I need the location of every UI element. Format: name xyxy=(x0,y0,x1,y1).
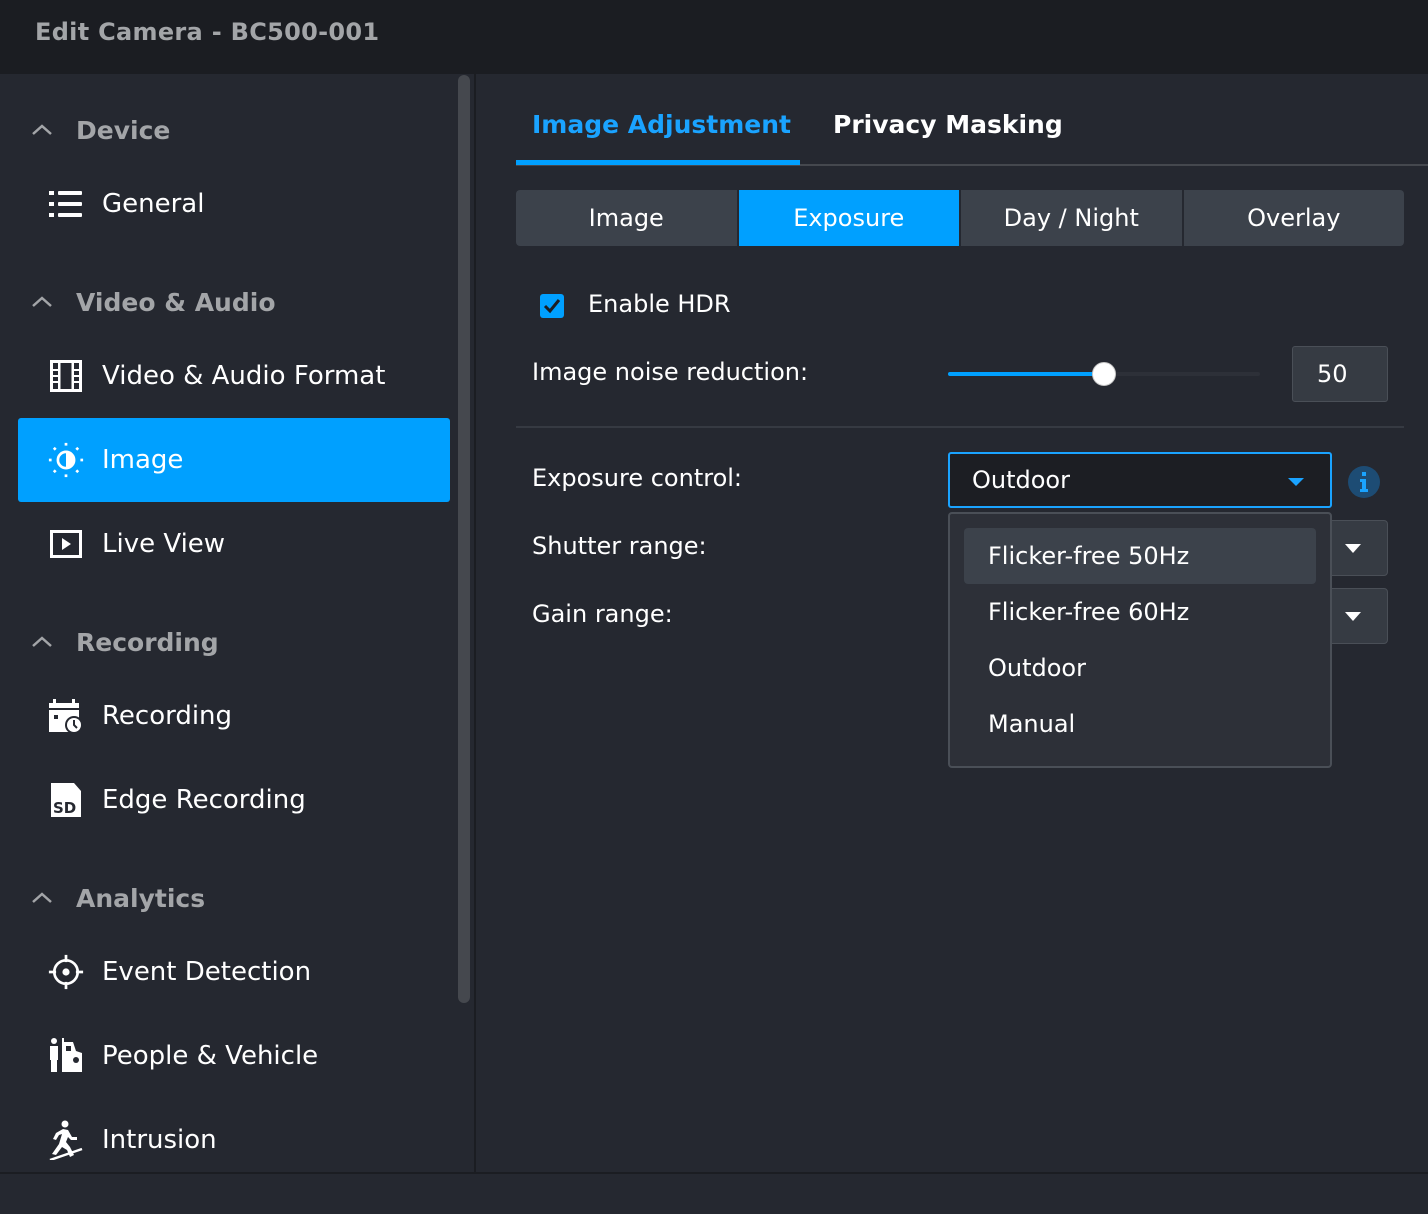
sidebar-item-image[interactable]: Image xyxy=(18,418,450,502)
gain-range-label: Gain range: xyxy=(532,600,673,628)
caret-down-icon xyxy=(1345,612,1361,621)
section-label: Video & Audio xyxy=(76,287,276,317)
sidebar-item-video-audio-format[interactable]: Video & Audio Format xyxy=(18,334,450,418)
chevron-up-icon xyxy=(32,124,52,135)
tab-bar: Image Adjustment Privacy Masking xyxy=(516,94,1428,166)
sidebar-item-label: People & Vehicle xyxy=(102,1041,319,1071)
sidebar-scrollbar[interactable] xyxy=(458,75,470,1003)
sidebar-item-event-detection[interactable]: Event Detection xyxy=(18,930,450,1014)
sidebar: Device General Video & Audio Video & Aud… xyxy=(0,74,474,1172)
subtab-image[interactable]: Image xyxy=(516,190,737,246)
section-recording[interactable]: Recording xyxy=(30,622,219,662)
intrusion-icon xyxy=(48,1120,84,1160)
brightness-icon xyxy=(48,442,84,478)
section-device[interactable]: Device xyxy=(30,110,170,150)
sidebar-item-intrusion[interactable]: Intrusion xyxy=(18,1098,450,1172)
noise-reduction-slider[interactable] xyxy=(948,360,1260,388)
section-label: Analytics xyxy=(76,883,206,913)
slider-fill xyxy=(948,372,1104,376)
enable-hdr-label: Enable HDR xyxy=(588,290,731,318)
sidebar-item-general[interactable]: General xyxy=(18,162,450,246)
tab-image-adjustment[interactable]: Image Adjustment xyxy=(532,110,791,139)
checkmark-icon xyxy=(543,299,561,314)
section-video-audio[interactable]: Video & Audio xyxy=(30,282,276,322)
sd-card-icon: SD xyxy=(48,782,84,818)
info-icon[interactable] xyxy=(1348,466,1380,498)
exposure-control-label: Exposure control: xyxy=(532,464,743,492)
subtab-bar: Image Exposure Day / Night Overlay xyxy=(516,190,1404,246)
sidebar-item-live-view[interactable]: Live View xyxy=(18,502,450,586)
exposure-control-dropdown: Flicker-free 50Hz Flicker-free 60Hz Outd… xyxy=(948,512,1332,768)
person-vehicle-icon xyxy=(48,1038,84,1074)
active-tab-indicator xyxy=(516,160,800,165)
sidebar-item-edge-recording[interactable]: SD Edge Recording xyxy=(18,758,450,842)
sidebar-item-label: Image xyxy=(102,445,184,475)
sidebar-item-label: General xyxy=(102,189,205,219)
section-divider xyxy=(516,426,1404,428)
exposure-control-value: Outdoor xyxy=(972,466,1070,494)
dropdown-option[interactable]: Manual xyxy=(964,696,1316,752)
section-analytics[interactable]: Analytics xyxy=(30,878,205,918)
footer-bar xyxy=(0,1172,1428,1214)
caret-down-icon xyxy=(1288,478,1304,486)
dropdown-option[interactable]: Flicker-free 60Hz xyxy=(964,584,1316,640)
sidebar-item-label: Live View xyxy=(102,529,226,559)
noise-reduction-value-input[interactable]: 50 xyxy=(1292,346,1388,402)
sidebar-item-label: Video & Audio Format xyxy=(102,361,386,391)
tab-privacy-masking[interactable]: Privacy Masking xyxy=(833,110,1063,139)
subtab-exposure[interactable]: Exposure xyxy=(738,190,959,246)
sidebar-item-label: Intrusion xyxy=(102,1125,217,1155)
chevron-up-icon xyxy=(32,892,52,903)
exposure-control-select[interactable]: Outdoor xyxy=(948,452,1332,508)
sidebar-item-label: Edge Recording xyxy=(102,785,306,815)
section-label: Device xyxy=(76,115,171,145)
subtab-overlay[interactable]: Overlay xyxy=(1183,190,1404,246)
svg-text:SD: SD xyxy=(53,799,76,817)
dropdown-option[interactable]: Outdoor xyxy=(964,640,1316,696)
list-icon xyxy=(48,186,84,222)
calendar-clock-icon xyxy=(48,698,84,734)
dropdown-option[interactable]: Flicker-free 50Hz xyxy=(964,528,1316,584)
chevron-up-icon xyxy=(32,296,52,307)
subtab-day-night[interactable]: Day / Night xyxy=(961,190,1182,246)
section-label: Recording xyxy=(76,627,219,657)
film-icon xyxy=(48,358,84,394)
title-bar: Edit Camera - BC500-001 xyxy=(0,0,1428,74)
noise-reduction-label: Image noise reduction: xyxy=(532,358,809,386)
play-icon xyxy=(48,526,84,562)
window-title: Edit Camera - BC500-001 xyxy=(35,18,380,46)
sidebar-item-recording[interactable]: Recording xyxy=(18,674,450,758)
sidebar-item-label: Recording xyxy=(102,701,233,731)
crosshair-icon xyxy=(48,954,84,990)
main-panel: Image Adjustment Privacy Masking Image E… xyxy=(476,74,1428,1172)
slider-thumb[interactable] xyxy=(1092,362,1116,386)
caret-down-icon xyxy=(1345,544,1361,553)
shutter-range-label: Shutter range: xyxy=(532,532,707,560)
chevron-up-icon xyxy=(32,636,52,647)
sidebar-item-people-vehicle[interactable]: People & Vehicle xyxy=(18,1014,450,1098)
sidebar-item-label: Event Detection xyxy=(102,957,312,987)
enable-hdr-checkbox[interactable] xyxy=(540,294,564,318)
